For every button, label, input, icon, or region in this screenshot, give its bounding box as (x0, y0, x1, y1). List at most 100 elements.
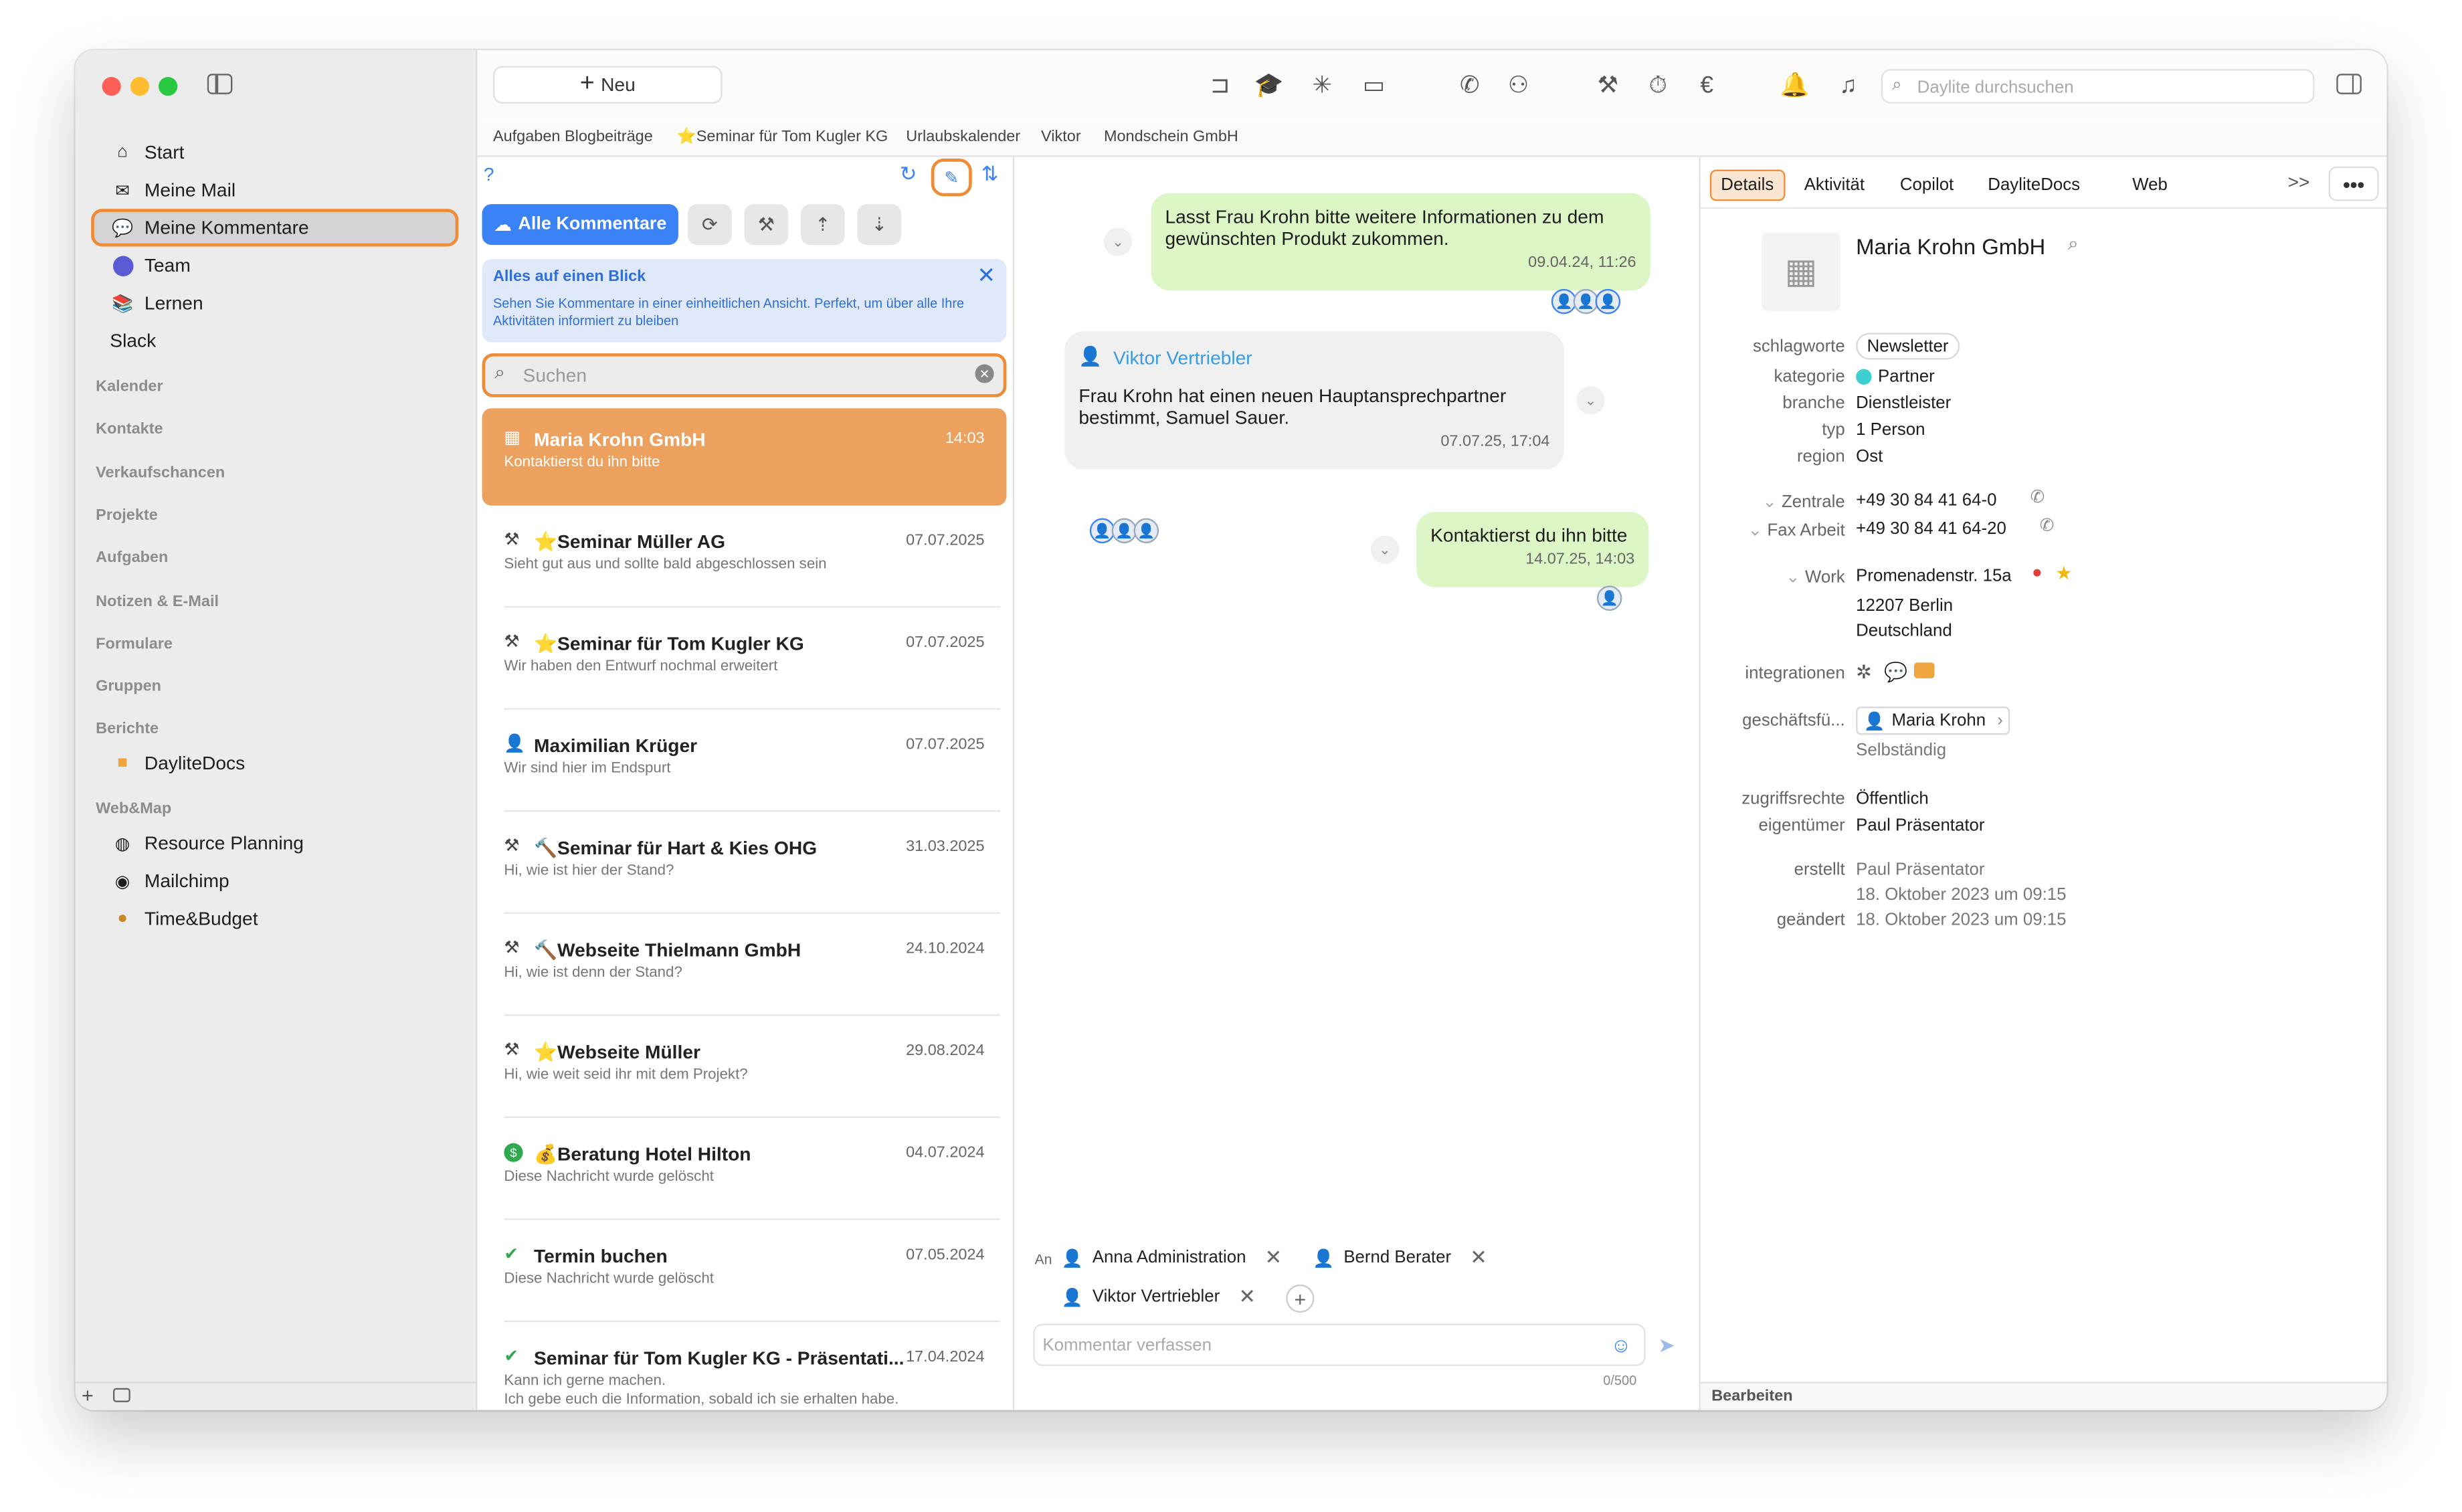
minimize-window-button[interactable] (130, 77, 149, 96)
calendar-small-icon[interactable] (112, 1388, 130, 1402)
sidebar-toggle-icon[interactable] (207, 74, 233, 94)
bell-badge-icon[interactable]: 🔔 (1779, 69, 1810, 100)
comment-row[interactable]: ✔ Seminar für Tom Kugler KG - Präsentati.… (482, 1327, 1007, 1410)
tab-web[interactable]: Web (2123, 169, 2177, 201)
favorite-seminar-tom-kugler[interactable]: ⭐️Seminar für Tom Kugler KG (677, 128, 888, 146)
sidebar-section-formulare[interactable]: Formulare (96, 636, 173, 654)
help-link[interactable]: ? (484, 163, 494, 185)
comment-row[interactable]: ✔ Termin buchen 07.05.2024 Diese Nachricht … (482, 1225, 1007, 1323)
graduation-cap-icon[interactable]: 🎓 (1253, 69, 1285, 100)
comment-row[interactable]: ⚒ 🔨Seminar für Hart & Kies OHG 31.03.2025 H… (482, 816, 1007, 914)
folder-icon[interactable] (1913, 662, 1935, 678)
more-actions-button[interactable]: ••• (2328, 166, 2379, 201)
all-comments-button[interactable]: ☁ Alle Kommentare (482, 204, 678, 246)
sidebar-section-notizen[interactable]: Notizen & E-Mail (96, 593, 219, 611)
address-label[interactable]: ⌄ Work (1701, 567, 1845, 587)
message-chevron-icon[interactable]: ⌄ (1103, 227, 1133, 256)
sidebar-item-daylitedocs[interactable]: ■ DayliteDocs (98, 746, 245, 781)
add-recipient-button[interactable]: + (1286, 1284, 1315, 1313)
phone-call-icon[interactable]: ✆ (2040, 515, 2055, 535)
sidebar-item-start[interactable]: ⌂ Start (98, 135, 184, 170)
comments-search-input[interactable]: ⌕ Suchen ✕ (482, 353, 1007, 397)
favorite-viktor[interactable]: Viktor (1041, 128, 1081, 146)
sparkle-icon[interactable]: ✳ (1307, 69, 1338, 100)
bell-icon[interactable]: ♫ (1832, 69, 1864, 100)
tab-daylitedocs[interactable]: DayliteDocs (1978, 169, 2089, 201)
euro-icon[interactable]: € (1691, 69, 1723, 100)
person-link-icon[interactable]: ⚇ (1503, 69, 1534, 100)
comment-row[interactable]: $ 💰Beratung Hotel Hilton 04.07.2024 Diese N… (482, 1123, 1007, 1220)
phone-value[interactable]: +49 30 84 41 64-0 (1856, 492, 1996, 510)
sidebar-item-slack[interactable]: Slack (76, 323, 157, 358)
emoji-icon[interactable]: ☺ (1610, 1333, 1631, 1357)
favorite-mondschein-gmbh[interactable]: Mondschein GmbH (1104, 128, 1238, 146)
sidebar-item-meine-mail[interactable]: ✉ Meine Mail (98, 173, 235, 207)
phone-label[interactable]: ⌄ Fax Arbeit (1701, 520, 1845, 540)
tag-chip[interactable]: Newsletter (1856, 333, 1960, 360)
favorite-aufgaben-blogbeitraege[interactable]: Aufgaben Blogbeiträge (493, 128, 653, 146)
phone-value[interactable]: +49 30 84 41 64-20 (1856, 520, 2006, 539)
close-window-button[interactable] (102, 77, 121, 96)
sort-icon[interactable]: ⇅ (981, 162, 999, 187)
phone-label[interactable]: ⌄ Zentrale (1701, 492, 1845, 512)
comment-row[interactable]: ⚒ ⭐Seminar für Tom Kugler KG 07.07.2025 Wir… (482, 612, 1007, 710)
sidebar-item-time-budget[interactable]: ● Time&Budget (98, 901, 258, 936)
map-pin-icon[interactable]: ● (2032, 564, 2043, 583)
comment-row[interactable]: ▦ Maria Krohn GmbH 14:03 Kontaktierst du ih… (482, 408, 1007, 506)
filter-archive-button[interactable]: ⇣ (857, 204, 902, 246)
clear-search-icon[interactable]: ✕ (975, 364, 994, 383)
comments-icon[interactable]: 💬 (1884, 661, 1907, 683)
sidebar-item-lernen[interactable]: 📚 Lernen (98, 286, 203, 320)
tab-copilot[interactable]: Copilot (1891, 169, 1964, 201)
sidebar-section-kontakte[interactable]: Kontakte (96, 421, 163, 438)
comment-row[interactable]: ⚒ ⭐Webseite Müller 29.08.2024 Hi, wie weit … (482, 1021, 1007, 1119)
sidebar-item-mailchimp[interactable]: ◉ Mailchimp (98, 864, 229, 899)
remove-recipient-icon[interactable]: ✕ (1470, 1245, 1487, 1270)
star-icon[interactable]: ★ (2055, 562, 2072, 584)
favorite-urlaubskalender[interactable]: Urlaubskalender (906, 128, 1020, 146)
sidebar-section-gruppen[interactable]: Gruppen (96, 678, 161, 696)
inspector-toggle-icon[interactable] (2336, 74, 2362, 94)
message-chevron-icon[interactable]: ⌄ (1370, 535, 1400, 564)
comment-row[interactable]: ⚒ 🔨Webseite Thielmann GmbH 24.10.2024 Hi, w… (482, 919, 1007, 1016)
remove-recipient-icon[interactable]: ✕ (1265, 1245, 1283, 1270)
remove-recipient-icon[interactable]: ✕ (1238, 1285, 1256, 1310)
send-icon[interactable]: ➤ (1658, 1333, 1675, 1359)
global-search-field[interactable]: ⌕ Daylite durchsuchen (1881, 69, 2315, 104)
layout-icon[interactable]: ▭ (1358, 69, 1390, 100)
phone-call-icon[interactable]: ✆ (2030, 487, 2045, 507)
compose-input[interactable]: Kommentar verfassen ☺ (1033, 1323, 1646, 1366)
new-button[interactable]: + Neu (492, 66, 723, 104)
zoom-window-button[interactable] (159, 77, 178, 96)
contact-link-chip[interactable]: 👤 Maria Krohn › (1856, 706, 2010, 735)
sidebar-section-aufgaben[interactable]: Aufgaben (96, 549, 168, 567)
sidebar-section-webmap[interactable]: Web&Map (96, 801, 171, 818)
compose-icon[interactable]: ✎ (931, 159, 972, 197)
sidebar-section-kalender[interactable]: Kalender (96, 379, 163, 396)
tab-aktivitaet[interactable]: Aktivität (1795, 169, 1875, 201)
phone-icon[interactable]: ✆ (1454, 69, 1485, 100)
more-tabs-icon[interactable]: >> (2288, 171, 2310, 193)
add-icon[interactable]: + (82, 1384, 94, 1407)
edit-button[interactable]: Bearbeiten (1711, 1388, 1792, 1406)
filter-mention-button[interactable]: ⚒ (744, 204, 789, 246)
sidebar-item-resource-planning[interactable]: ◍ Resource Planning (98, 826, 304, 861)
recipient-chip[interactable]: 👤 Viktor Vertriebler ✕ (1062, 1285, 1256, 1310)
recipient-chip[interactable]: 👤 Anna Administration ✕ (1062, 1245, 1283, 1270)
sidebar-item-meine-kommentare[interactable]: 💬 Meine Kommentare (98, 210, 309, 245)
sidebar-item-team[interactable]: Team (98, 248, 191, 283)
tools-icon[interactable]: ⚒ (1592, 69, 1624, 100)
banner-close-icon[interactable]: ✕ (977, 262, 996, 289)
message-chevron-icon[interactable]: ⌄ (1576, 386, 1605, 415)
sidebar-section-berichte[interactable]: Berichte (96, 721, 159, 738)
refresh-icon[interactable]: ↻ (900, 162, 917, 187)
comment-row[interactable]: 👤 Maximilian Krüger 07.07.2025 Wir sind hie… (482, 715, 1007, 812)
search-icon[interactable]: ⌕ (2068, 232, 2079, 256)
pipeline-icon[interactable]: ⊐ (1204, 69, 1236, 100)
recipient-chip[interactable]: 👤 Bernd Berater ✕ (1313, 1245, 1487, 1270)
filter-tray-button[interactable]: ⇡ (800, 204, 845, 246)
sidebar-section-projekte[interactable]: Projekte (96, 507, 158, 525)
filter-cycle-button[interactable]: ⟳ (687, 204, 732, 246)
comment-row[interactable]: ⚒ ⭐Seminar Müller AG 07.07.2025 Sieht gut a… (482, 510, 1007, 608)
slack-icon[interactable]: ✲ (1856, 661, 1872, 683)
